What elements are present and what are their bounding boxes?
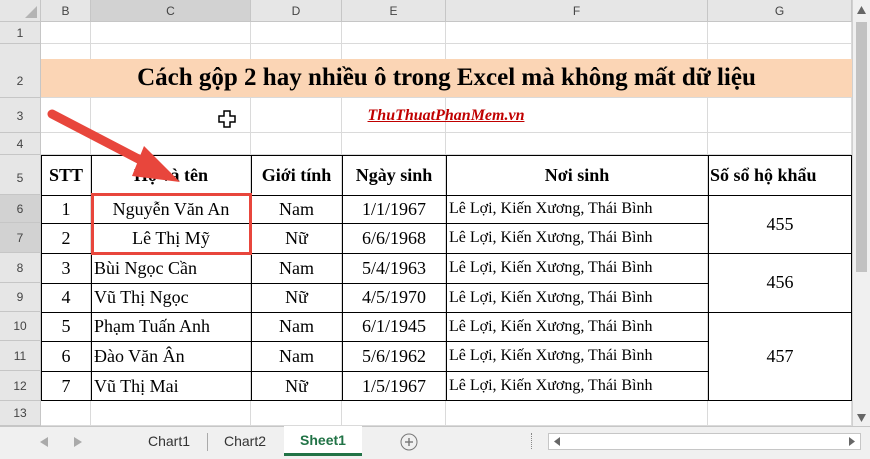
column-header-e[interactable]: E <box>342 0 446 22</box>
column-header-f[interactable]: F <box>446 0 708 22</box>
cell-dob[interactable]: 6/6/1968 <box>342 223 446 253</box>
cell-gender[interactable]: Nam <box>251 253 342 283</box>
cursor-cross-icon <box>218 110 236 128</box>
cell-gender[interactable]: Nữ <box>251 371 342 401</box>
row-header-13[interactable]: 13 <box>0 401 41 426</box>
scroll-up-icon[interactable] <box>857 6 866 14</box>
cell-stt[interactable]: 5 <box>41 312 91 341</box>
header-dob[interactable]: Ngày sinh <box>342 155 446 195</box>
row-header-10[interactable]: 10 <box>0 312 41 341</box>
horizontal-scrollbar[interactable] <box>548 433 861 450</box>
table-border <box>41 341 708 342</box>
column-header-c[interactable]: C <box>91 0 251 22</box>
cell-gender[interactable]: Nam <box>251 312 342 341</box>
row-header-1[interactable]: 1 <box>0 22 41 44</box>
table-border <box>708 155 709 401</box>
cell-gender[interactable]: Nữ <box>251 283 342 312</box>
cell-name[interactable]: Vũ Thị Ngọc <box>91 283 251 312</box>
scroll-right-icon[interactable] <box>849 437 855 446</box>
cell-gender[interactable]: Nam <box>251 341 342 371</box>
cell-stt[interactable]: 4 <box>41 283 91 312</box>
cell-stt[interactable]: 6 <box>41 341 91 371</box>
row-header-4[interactable]: 4 <box>0 133 41 155</box>
scroll-left-icon[interactable] <box>554 437 560 446</box>
cell-birthplace[interactable]: Lê Lợi, Kiến Xương, Thái Bình <box>446 341 708 371</box>
cell-name[interactable]: Phạm Tuấn Anh <box>91 312 251 341</box>
vertical-scroll-thumb[interactable] <box>856 22 867 272</box>
row-header-11[interactable]: 11 <box>0 341 41 371</box>
header-birthplace[interactable]: Nơi sinh <box>446 155 708 195</box>
cell-birthplace[interactable]: Lê Lợi, Kiến Xương, Thái Bình <box>446 253 708 283</box>
sheet-title[interactable]: Cách gộp 2 hay nhiều ô trong Excel mà kh… <box>41 59 852 97</box>
add-sheet-icon[interactable] <box>400 433 418 451</box>
cell-name[interactable]: Đào Văn Ân <box>91 341 251 371</box>
table-border <box>446 155 447 401</box>
row-header-8[interactable]: 8 <box>0 253 41 283</box>
cell-dob[interactable]: 4/5/1970 <box>342 283 446 312</box>
cell-household-merged[interactable]: 457 <box>708 312 852 401</box>
column-header-b[interactable]: B <box>41 0 91 22</box>
cell-household-merged[interactable]: 456 <box>708 253 852 312</box>
row-header-3[interactable]: 3 <box>0 98 41 133</box>
cell-birthplace[interactable]: Lê Lợi, Kiến Xương, Thái Bình <box>446 283 708 312</box>
cell-stt[interactable]: 3 <box>41 253 91 283</box>
cell-dob[interactable]: 1/1/1967 <box>342 195 446 223</box>
table-border <box>342 155 343 401</box>
sheet-tab-sheet1[interactable]: Sheet1 <box>284 426 362 456</box>
scroll-down-icon[interactable] <box>857 414 866 422</box>
gridline <box>41 43 852 44</box>
cell-birthplace[interactable]: Lê Lợi, Kiến Xương, Thái Bình <box>446 195 708 223</box>
table-border <box>41 283 708 284</box>
prev-sheet-icon[interactable] <box>40 437 48 447</box>
table-border <box>41 371 708 372</box>
row-header-12[interactable]: 12 <box>0 371 41 401</box>
select-all-corner[interactable] <box>0 0 41 22</box>
cell-stt[interactable]: 2 <box>41 223 91 253</box>
cell-name[interactable]: Bùi Ngọc Cần <box>91 253 251 283</box>
row-header-7[interactable]: 7 <box>0 223 41 253</box>
cell-birthplace[interactable]: Lê Lợi, Kiến Xương, Thái Bình <box>446 371 708 401</box>
header-gender[interactable]: Giới tính <box>251 155 342 195</box>
cell-dob[interactable]: 5/4/1963 <box>342 253 446 283</box>
cell-stt[interactable]: 7 <box>41 371 91 401</box>
header-household[interactable]: Số sổ hộ khẩu <box>708 155 852 195</box>
annotation-arrow-icon <box>47 109 180 182</box>
sheet-tab-chart2[interactable]: Chart2 <box>208 426 282 456</box>
row-header-2[interactable]: 2 <box>0 44 41 98</box>
cell-gender[interactable]: Nam <box>251 195 342 223</box>
column-header-g[interactable]: G <box>708 0 852 22</box>
cell-name[interactable]: Vũ Thị Mai <box>91 371 251 401</box>
sheet-tab-chart1[interactable]: Chart1 <box>131 426 207 456</box>
selection-highlight <box>91 193 252 255</box>
table-border <box>251 155 252 401</box>
cell-household-merged[interactable]: 455 <box>708 195 852 253</box>
row-header-6[interactable]: 6 <box>0 195 41 223</box>
cell-birthplace[interactable]: Lê Lợi, Kiến Xương, Thái Bình <box>446 312 708 341</box>
row-header-9[interactable]: 9 <box>0 283 41 312</box>
gridline <box>41 97 852 98</box>
cell-dob[interactable]: 6/1/1945 <box>342 312 446 341</box>
cell-birthplace[interactable]: Lê Lợi, Kiến Xương, Thái Bình <box>446 223 708 253</box>
website-link[interactable]: ThuThuatPhanMem.vn <box>341 104 551 128</box>
column-header-d[interactable]: D <box>251 0 342 22</box>
cell-gender[interactable]: Nữ <box>251 223 342 253</box>
tab-split-handle[interactable] <box>531 433 533 449</box>
row-header-5[interactable]: 5 <box>0 155 41 195</box>
cell-dob[interactable]: 1/5/1967 <box>342 371 446 401</box>
cell-dob[interactable]: 5/6/1962 <box>342 341 446 371</box>
next-sheet-icon[interactable] <box>74 437 82 447</box>
select-all-icon <box>25 6 37 18</box>
